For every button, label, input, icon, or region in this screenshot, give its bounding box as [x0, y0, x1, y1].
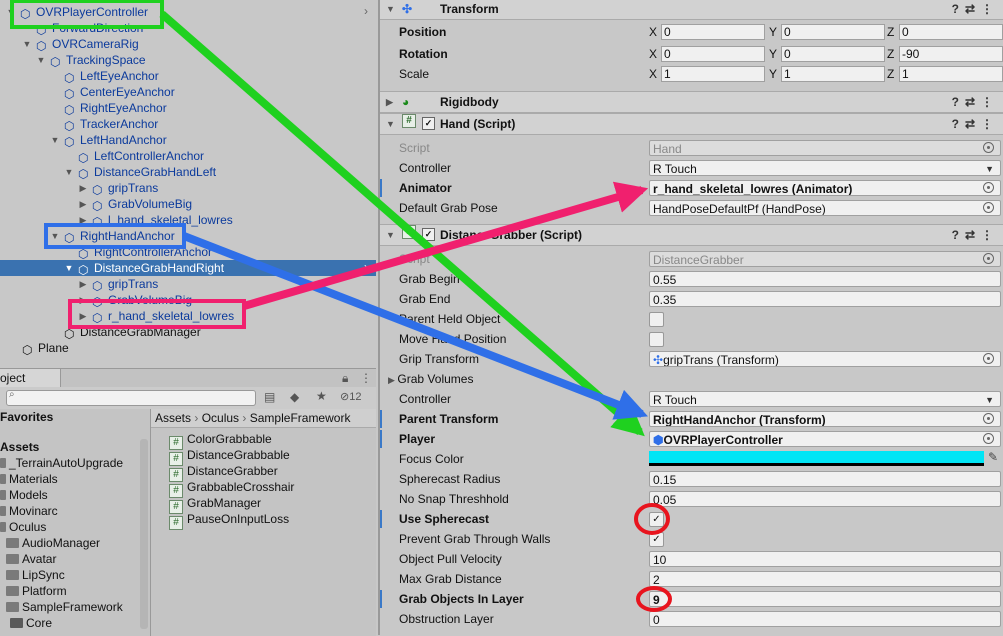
red-circle-spherecast	[634, 503, 670, 535]
pink-highlight-box	[68, 299, 246, 329]
green-highlight-box	[10, 0, 164, 29]
green-arrow	[159, 10, 645, 437]
pink-arrow	[242, 181, 649, 310]
annotation-overlay	[10, 0, 672, 612]
blue-highlight-box	[44, 223, 186, 249]
blue-arrow	[182, 232, 648, 420]
red-circle-layer	[636, 586, 672, 612]
